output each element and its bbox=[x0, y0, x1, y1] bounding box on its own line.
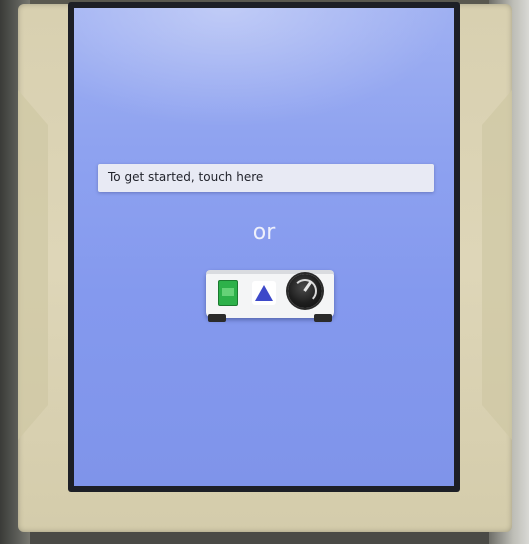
device-top-strip bbox=[206, 270, 334, 274]
bezel-side-right bbox=[482, 90, 512, 440]
green-button-icon bbox=[218, 280, 238, 306]
or-separator: or bbox=[252, 220, 276, 245]
bezel-side-left bbox=[18, 90, 48, 440]
rotary-knob-icon bbox=[288, 274, 322, 308]
device-foot-left bbox=[208, 314, 226, 322]
device-foot-right bbox=[314, 314, 332, 322]
screen-glare bbox=[74, 8, 454, 128]
get-started-touch-button[interactable]: To get started, touch here bbox=[98, 164, 434, 192]
triangle-button-icon bbox=[252, 281, 276, 305]
device-control-panel-illustration[interactable] bbox=[206, 270, 334, 322]
green-button-highlight bbox=[222, 288, 234, 296]
touch-screen: To get started, touch here or bbox=[74, 8, 454, 486]
get-started-label: To get started, touch here bbox=[108, 170, 264, 184]
